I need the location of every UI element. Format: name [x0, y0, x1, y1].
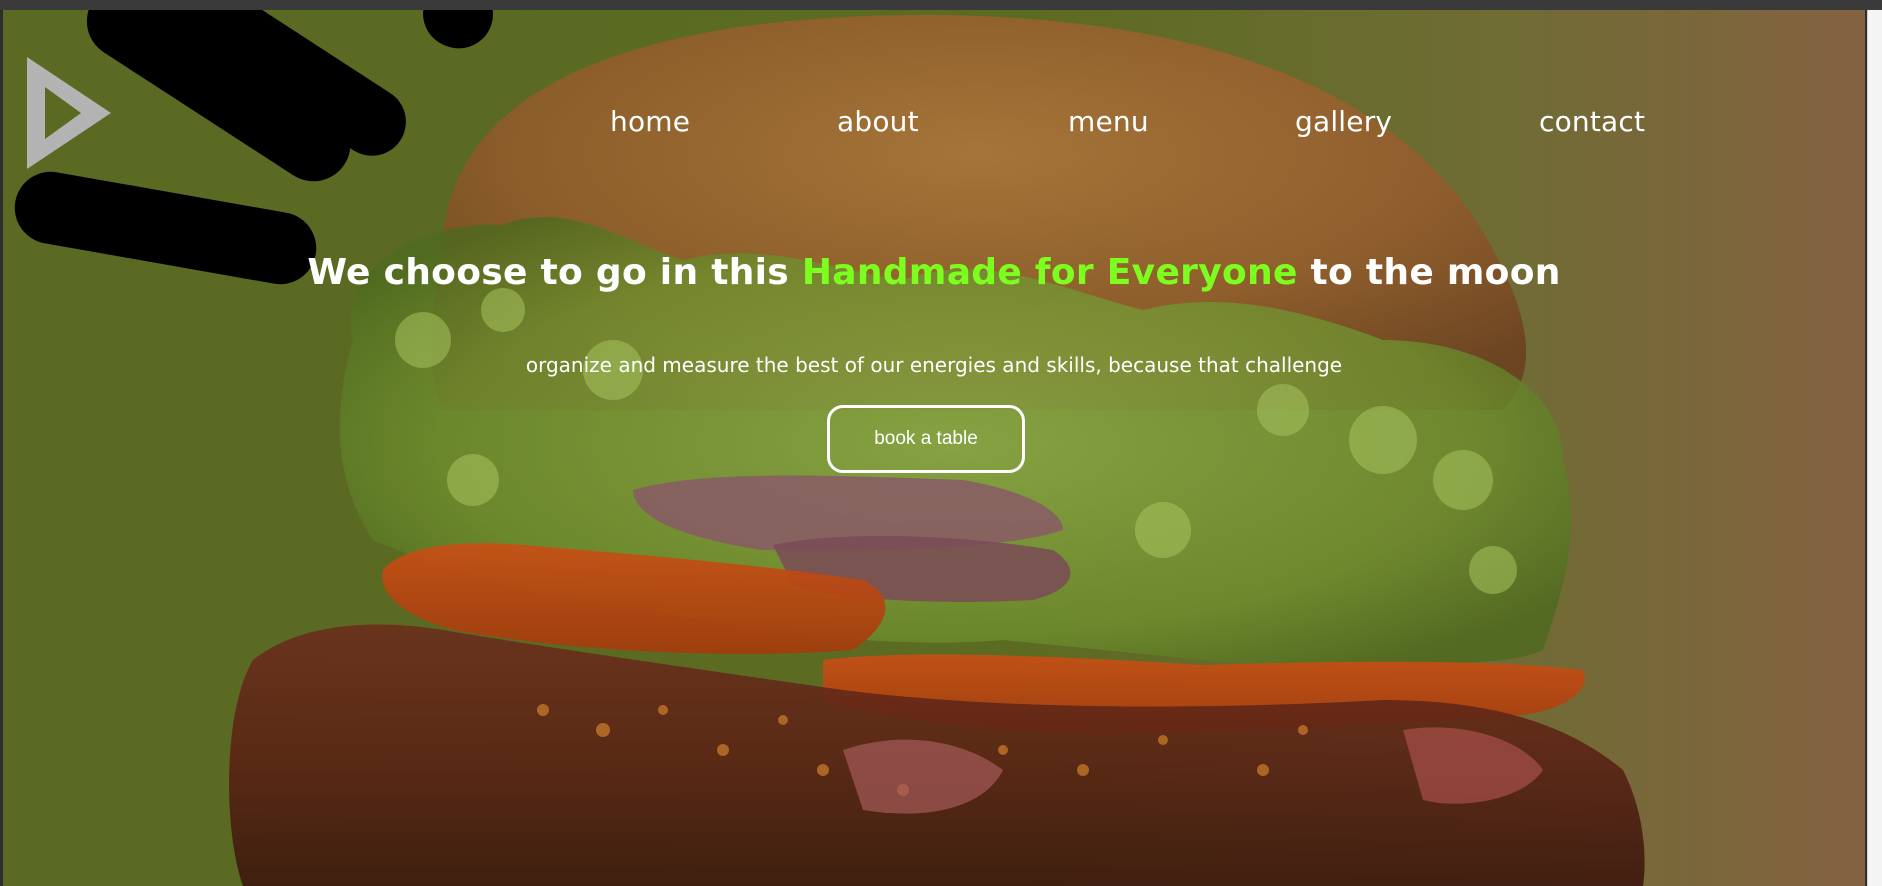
headline-text-end: to the moon [1297, 252, 1561, 293]
nav-contact[interactable]: contact [1539, 105, 1645, 138]
headline-text: We choose to go in this [307, 252, 802, 293]
browser-frame: home about menu gallery contact We choos… [0, 0, 1882, 886]
nav-menu[interactable]: menu [1068, 105, 1149, 138]
vertical-scrollbar[interactable] [1867, 10, 1882, 886]
hero-headline: We choose to go in this Handmade for Eve… [3, 252, 1865, 293]
nav-gallery[interactable]: gallery [1295, 105, 1392, 138]
hero-section: home about menu gallery contact We choos… [3, 10, 1865, 886]
hero-subtitle: organize and measure the best of our ene… [525, 353, 1343, 377]
main-nav: home about menu gallery contact [3, 105, 1865, 145]
window-top-edge [0, 0, 1882, 10]
headline-accent: Handmade for Everyone [801, 252, 1298, 293]
nav-about[interactable]: about [837, 105, 919, 138]
book-table-button[interactable]: book a table [827, 405, 1025, 473]
nav-home[interactable]: home [610, 105, 690, 138]
